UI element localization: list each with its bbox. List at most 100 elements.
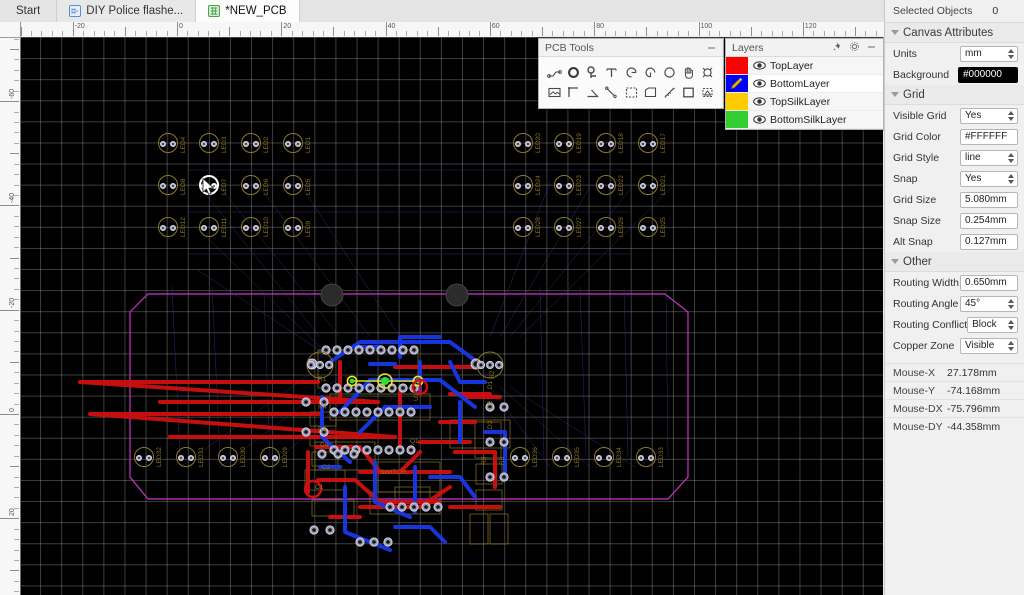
track-icon[interactable] — [546, 64, 563, 81]
pad[interactable] — [230, 454, 236, 461]
pcb-tools-header[interactable]: PCB Tools — [539, 39, 723, 57]
pad[interactable] — [608, 182, 614, 189]
pad[interactable] — [640, 182, 646, 189]
led-footprint[interactable]: LED5 — [280, 172, 312, 198]
pad[interactable] — [211, 224, 217, 231]
property-input[interactable]: 5.080mm — [960, 191, 1018, 208]
led-footprint[interactable]: LED10 — [238, 214, 270, 240]
measure-icon[interactable] — [661, 84, 678, 101]
pad[interactable] — [262, 454, 268, 461]
layer-row-bottomsilklayer[interactable]: BottomSilkLayer — [726, 111, 883, 129]
pad[interactable] — [638, 454, 644, 461]
pad[interactable] — [170, 182, 176, 189]
pad[interactable] — [211, 182, 217, 189]
property-select[interactable]: 45° — [960, 295, 1018, 312]
property-select[interactable]: line — [960, 149, 1018, 166]
vertical-ruler[interactable]: -60 -40 -20 0 20 — [0, 22, 21, 595]
tab-start[interactable]: Start — [0, 0, 58, 22]
layers-minimize-button[interactable] — [866, 41, 877, 55]
hand-icon[interactable] — [680, 64, 697, 81]
property-select[interactable]: Block — [967, 316, 1018, 333]
property-input[interactable]: #FFFFFF — [960, 128, 1018, 145]
pad[interactable] — [522, 454, 528, 461]
horizontal-ruler[interactable]: -20 0 20 40 60 80 100 120 — [0, 22, 884, 38]
pad[interactable] — [295, 224, 301, 231]
pad[interactable] — [295, 182, 301, 189]
property-input[interactable]: 0.254mm — [960, 212, 1018, 229]
pad[interactable] — [596, 454, 602, 461]
eye-icon[interactable] — [748, 79, 770, 88]
arc-center-icon[interactable] — [642, 64, 659, 81]
pad[interactable] — [243, 224, 249, 231]
led-footprint[interactable]: LED24 — [510, 172, 542, 198]
layers-header[interactable]: Layers — [726, 39, 883, 57]
panelize-icon[interactable] — [699, 84, 716, 101]
eye-icon[interactable] — [748, 61, 770, 70]
pad[interactable] — [211, 140, 217, 147]
layer-color-swatch[interactable] — [726, 111, 748, 128]
circle-icon[interactable] — [661, 64, 678, 81]
layer-row-bottomlayer[interactable]: BottomLayer — [726, 75, 883, 93]
layer-row-topsilklayer[interactable]: TopSilkLayer — [726, 93, 883, 111]
pad[interactable] — [295, 140, 301, 147]
pad[interactable] — [650, 182, 656, 189]
solid-region-icon[interactable] — [642, 84, 659, 101]
pad[interactable] — [556, 224, 562, 231]
pcb-tools-minimize-button[interactable] — [706, 42, 717, 53]
led-footprint[interactable]: LED26 — [593, 214, 625, 240]
led-footprint[interactable]: LED29 — [257, 444, 289, 470]
pad[interactable] — [556, 182, 562, 189]
pad[interactable] — [201, 224, 207, 231]
tab-diy-police-flasher[interactable]: DIY Police flashe... — [57, 0, 197, 22]
led-footprint[interactable]: LED30 — [215, 444, 247, 470]
other-header[interactable]: Other — [885, 252, 1024, 272]
led-footprint[interactable]: LED23 — [551, 172, 583, 198]
pad[interactable] — [160, 140, 166, 147]
pad[interactable] — [515, 182, 521, 189]
led-footprint[interactable]: LED1 — [280, 130, 312, 156]
pad[interactable] — [253, 224, 259, 231]
property-select[interactable]: Yes — [960, 107, 1018, 124]
pad[interactable] — [512, 454, 518, 461]
led-footprint[interactable]: LED25 — [635, 214, 667, 240]
led-footprint[interactable]: LED28 — [510, 214, 542, 240]
pad[interactable] — [178, 454, 184, 461]
pad[interactable] — [525, 140, 531, 147]
eye-icon[interactable] — [748, 97, 770, 106]
tab-new-pcb[interactable]: *NEW_PCB — [196, 0, 300, 22]
pad[interactable] — [640, 140, 646, 147]
led-footprint[interactable]: LED3 — [196, 130, 228, 156]
led-footprint[interactable]: LED31 — [173, 444, 205, 470]
property-input[interactable]: 0.650mm — [960, 274, 1018, 291]
pad[interactable] — [285, 224, 291, 231]
pad[interactable] — [170, 140, 176, 147]
pad[interactable] — [556, 140, 562, 147]
led-footprint[interactable]: LED18 — [593, 130, 625, 156]
led-footprint[interactable]: LED17 — [635, 130, 667, 156]
pad[interactable] — [564, 454, 570, 461]
led-footprint[interactable]: LED27 — [551, 214, 583, 240]
led-footprint[interactable]: LED32 — [131, 444, 163, 470]
led-footprint[interactable]: LED36 — [507, 444, 539, 470]
board-outline-icon[interactable] — [680, 84, 697, 101]
pad[interactable] — [220, 454, 226, 461]
protractor-icon[interactable] — [699, 64, 716, 81]
led-footprint[interactable]: LED35 — [549, 444, 581, 470]
pad[interactable] — [554, 454, 560, 461]
led-footprint[interactable]: LED21 — [635, 172, 667, 198]
pad[interactable] — [640, 224, 646, 231]
led-footprint[interactable]: LED19 — [551, 130, 583, 156]
pad-icon[interactable] — [565, 64, 582, 81]
pad[interactable] — [243, 182, 249, 189]
pad[interactable] — [648, 454, 654, 461]
arc-3point-icon[interactable] — [623, 64, 640, 81]
pad[interactable] — [566, 182, 572, 189]
image-icon[interactable] — [546, 84, 563, 101]
pad[interactable] — [598, 140, 604, 147]
rectangle-corner-icon[interactable] — [565, 84, 582, 101]
layer-color-swatch[interactable] — [726, 93, 748, 110]
led-footprint[interactable]: LED8 — [155, 172, 187, 198]
via-icon[interactable] — [584, 64, 601, 81]
layer-row-toplayer[interactable]: TopLayer — [726, 57, 883, 75]
pad[interactable] — [650, 140, 656, 147]
